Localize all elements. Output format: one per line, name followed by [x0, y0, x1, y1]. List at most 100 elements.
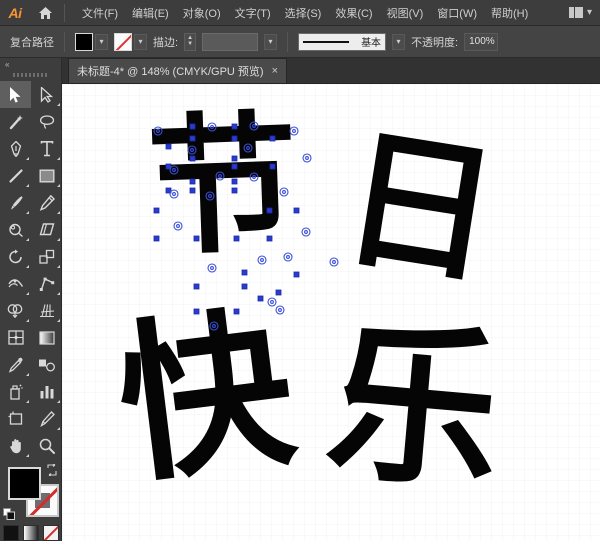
- scale-tool[interactable]: [31, 243, 62, 270]
- symbol-sprayer-tool[interactable]: [0, 378, 31, 405]
- pen-tool[interactable]: [0, 135, 31, 162]
- tool-flyout-icon[interactable]: [57, 211, 60, 214]
- direct-selection-tool[interactable]: [31, 81, 62, 108]
- document-tab-bar: 未标题-4* @ 148% (CMYK/GPU 预览) ×: [62, 58, 600, 84]
- stroke-weight-stepper[interactable]: ▲ ▼: [184, 33, 196, 51]
- tool-flyout-icon[interactable]: [57, 238, 60, 241]
- eyedropper-tool[interactable]: [0, 351, 31, 378]
- tool-flyout-icon[interactable]: [57, 184, 60, 187]
- tool-flyout-icon[interactable]: [57, 265, 60, 268]
- tool-flyout-icon[interactable]: [57, 400, 60, 403]
- stroke-profile-preview-icon: [303, 41, 349, 43]
- swap-fill-stroke-icon[interactable]: [46, 463, 58, 475]
- menu-item-list: 文件(F) 编辑(E) 对象(O) 文字(T) 选择(S) 效果(C) 视图(V…: [75, 1, 535, 25]
- illustrator-window: Ai 文件(F) 编辑(E) 对象(O) 文字(T) 选择(S) 效果(C) 视…: [0, 0, 600, 541]
- stepper-down-icon[interactable]: ▼: [187, 42, 193, 47]
- fill-chevron-down-icon[interactable]: ▾: [95, 34, 108, 50]
- glyph-ri[interactable]: 日: [333, 121, 507, 295]
- eraser-tool[interactable]: [31, 216, 62, 243]
- stroke-chevron-down-icon[interactable]: ▾: [134, 34, 147, 50]
- stroke-swatch[interactable]: [114, 33, 132, 51]
- gradient-mode-button[interactable]: [23, 525, 39, 541]
- opacity-input[interactable]: 100%: [464, 33, 498, 51]
- type-tool[interactable]: [31, 135, 62, 162]
- none-mode-button[interactable]: [43, 525, 59, 541]
- menu-view[interactable]: 视图(V): [380, 1, 431, 25]
- fill-swatch-large[interactable]: [8, 467, 41, 500]
- rectangle-tool[interactable]: [31, 162, 62, 189]
- fill-color-mode-button[interactable]: [3, 525, 19, 541]
- app-logo-icon: Ai: [0, 0, 30, 26]
- double-chevron-left-icon[interactable]: «: [5, 60, 8, 69]
- menu-file[interactable]: 文件(F): [75, 1, 125, 25]
- menu-help[interactable]: 帮助(H): [484, 1, 535, 25]
- tool-flyout-icon[interactable]: [26, 238, 29, 241]
- lasso-tool[interactable]: [31, 108, 62, 135]
- perspective-grid-tool[interactable]: [31, 297, 62, 324]
- menu-window[interactable]: 窗口(W): [430, 1, 484, 25]
- selection-tool[interactable]: [0, 81, 31, 108]
- tool-flyout-icon[interactable]: [26, 373, 29, 376]
- color-mode-buttons: [0, 525, 61, 541]
- blend-tool[interactable]: [31, 351, 62, 378]
- artboard-canvas[interactable]: 节 日 快 乐: [62, 84, 600, 541]
- shape-builder-tool[interactable]: [0, 297, 31, 324]
- pencil-tool[interactable]: [31, 189, 62, 216]
- document-tab[interactable]: 未标题-4* @ 148% (CMYK/GPU 预览) ×: [68, 58, 287, 83]
- hand-tool[interactable]: [0, 432, 31, 459]
- menu-edit[interactable]: 编辑(E): [125, 1, 176, 25]
- fill-swatch[interactable]: [75, 33, 93, 51]
- stroke-profile-select[interactable]: 基本: [298, 33, 386, 51]
- menu-type[interactable]: 文字(T): [228, 1, 278, 25]
- glyph-kuai[interactable]: 快: [110, 302, 302, 494]
- chevron-down-icon[interactable]: ▾: [587, 8, 592, 18]
- stroke-profile-label: 基本: [361, 34, 381, 49]
- width-tool[interactable]: [0, 270, 31, 297]
- magic-wand-tool[interactable]: [0, 108, 31, 135]
- tool-flyout-icon[interactable]: [57, 427, 60, 430]
- artboard-tool[interactable]: [0, 405, 31, 432]
- glyph-jie[interactable]: 节: [145, 109, 300, 264]
- home-icon[interactable]: [30, 0, 60, 26]
- line-segment-tool[interactable]: [0, 162, 31, 189]
- menu-object[interactable]: 对象(O): [176, 1, 228, 25]
- zoom-tool[interactable]: [31, 432, 62, 459]
- tools-panel-collapse-button[interactable]: «: [0, 58, 61, 70]
- slice-tool[interactable]: [31, 405, 62, 432]
- default-fill-stroke-icon[interactable]: [3, 507, 15, 519]
- gradient-tool[interactable]: [31, 324, 62, 351]
- tool-grid: [0, 79, 61, 459]
- free-transform-tool[interactable]: [31, 270, 62, 297]
- stroke-weight-input[interactable]: [202, 33, 258, 51]
- tools-panel: «: [0, 58, 62, 541]
- tool-flyout-icon[interactable]: [26, 265, 29, 268]
- mesh-tool[interactable]: [0, 324, 31, 351]
- tool-flyout-icon[interactable]: [26, 292, 29, 295]
- app-logo-label: Ai: [9, 5, 22, 21]
- stroke-profile-chevron-down-icon[interactable]: ▾: [392, 34, 405, 50]
- paintbrush-tool[interactable]: [0, 189, 31, 216]
- workspace-switcher[interactable]: ▾: [569, 7, 600, 18]
- stroke-weight-chevron-down-icon[interactable]: ▾: [264, 34, 277, 50]
- menu-bar: Ai 文件(F) 编辑(E) 对象(O) 文字(T) 选择(S) 效果(C) 视…: [0, 0, 600, 26]
- rotate-tool[interactable]: [0, 243, 31, 270]
- tool-flyout-icon[interactable]: [57, 157, 60, 160]
- tools-panel-drag-handle[interactable]: [0, 70, 61, 79]
- glyph-le[interactable]: 乐: [321, 315, 507, 501]
- tool-flyout-icon[interactable]: [26, 184, 29, 187]
- tool-flyout-icon[interactable]: [57, 103, 60, 106]
- menu-select[interactable]: 选择(S): [278, 1, 329, 25]
- tool-flyout-icon[interactable]: [26, 211, 29, 214]
- shaper-tool[interactable]: [0, 216, 31, 243]
- menu-effect[interactable]: 效果(C): [328, 1, 379, 25]
- tool-flyout-icon[interactable]: [26, 454, 29, 457]
- tool-flyout-icon[interactable]: [26, 157, 29, 160]
- stroke-swatch-group[interactable]: ▾: [114, 33, 147, 51]
- tool-flyout-icon[interactable]: [26, 319, 29, 322]
- column-graph-tool[interactable]: [31, 378, 62, 405]
- fill-swatch-group[interactable]: ▾: [75, 33, 108, 51]
- tool-flyout-icon[interactable]: [57, 319, 60, 322]
- close-icon[interactable]: ×: [272, 66, 278, 77]
- tool-flyout-icon[interactable]: [57, 292, 60, 295]
- tool-flyout-icon[interactable]: [26, 400, 29, 403]
